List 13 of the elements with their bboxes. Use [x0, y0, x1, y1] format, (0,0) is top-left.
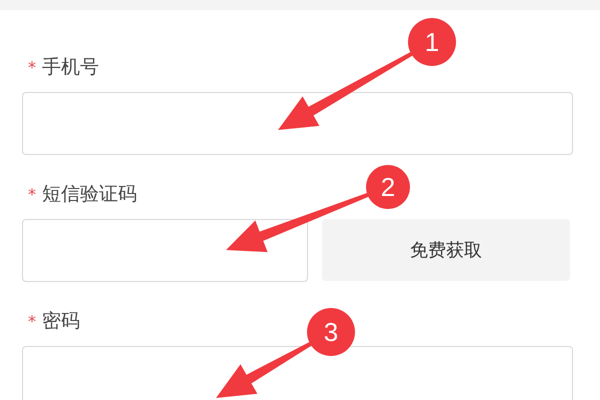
input-field[interactable]: [22, 219, 308, 282]
step-badge: 2: [366, 165, 410, 209]
field-label: 密码: [42, 309, 80, 334]
step-badge: 1: [408, 18, 456, 66]
required-mark: *: [28, 312, 36, 330]
required-mark: *: [28, 184, 36, 204]
get-code-button[interactable]: 免费获取: [322, 219, 570, 281]
input-field[interactable]: [22, 346, 573, 400]
input-field[interactable]: [22, 92, 573, 155]
field-label: 短信验证码: [42, 182, 137, 207]
field-label: 手机号: [42, 55, 99, 80]
step-badge: 3: [307, 308, 355, 356]
required-mark: *: [28, 58, 36, 76]
